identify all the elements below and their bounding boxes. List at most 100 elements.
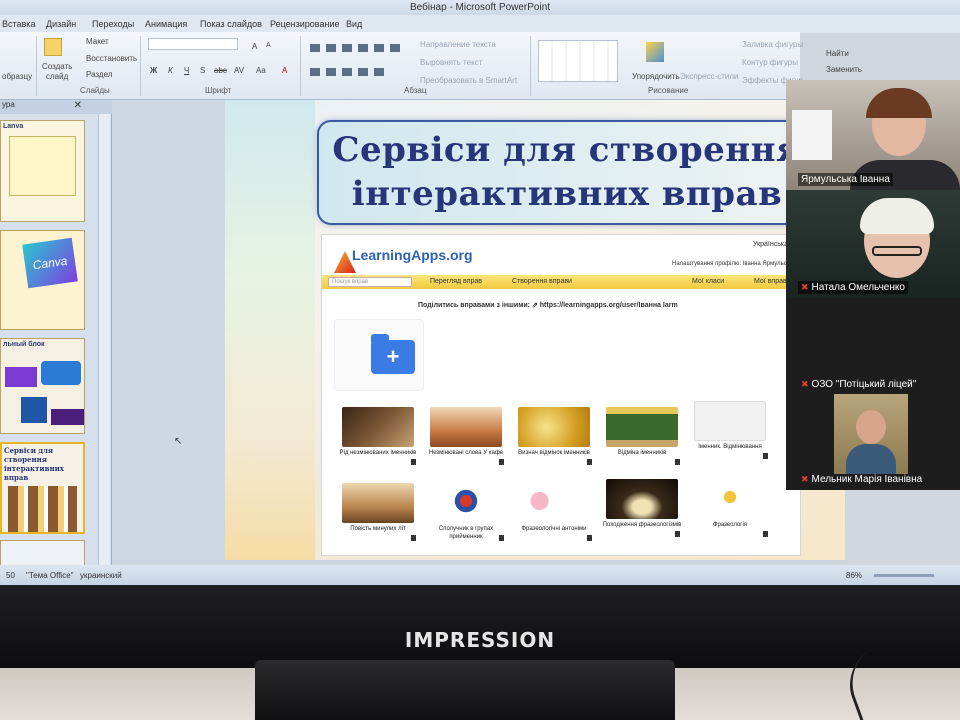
find-button[interactable]: Найти <box>826 49 849 58</box>
tab-insert[interactable]: Вставка <box>2 19 35 29</box>
replace-button[interactable]: Заменить <box>826 65 862 74</box>
tab-view[interactable]: Вид <box>346 19 362 29</box>
app-title: Сполучник в групах прийменник <box>438 526 494 540</box>
plickers-logo <box>21 397 47 423</box>
restore-button[interactable]: Восстановить <box>86 54 137 63</box>
window-title: Вебінар - Microsoft PowerPoint <box>409 2 551 13</box>
arrange-button[interactable]: Упорядочить <box>632 72 680 81</box>
bookmark-icon <box>675 531 680 537</box>
mic-off-icon: ✖ <box>801 474 809 484</box>
tab-transitions[interactable]: Переходы <box>92 19 134 29</box>
close-icon[interactable]: ✕ <box>74 100 82 111</box>
zoom-level[interactable]: 86% <box>846 571 862 580</box>
status-theme: "Тема Office" <box>26 571 74 580</box>
tab-design[interactable]: Дизайн <box>46 19 76 29</box>
pane-scrollbar[interactable] <box>98 114 110 570</box>
italic-button[interactable]: К <box>168 66 173 75</box>
mouse-cursor-icon: ↖ <box>174 436 183 447</box>
layout-button[interactable]: Макет <box>86 37 109 46</box>
shape-fill-button[interactable]: Заливка фигуры <box>742 40 803 49</box>
slide-thumbnail[interactable]: Lanva <box>0 120 85 222</box>
slide-title-line-2: інтерактивних вправ <box>351 174 783 214</box>
list-buttons[interactable] <box>310 44 400 52</box>
tab-review[interactable]: Рецензирование <box>270 19 340 29</box>
participant-hair <box>860 198 934 234</box>
search-input: Пошук вправ <box>328 277 412 287</box>
slide-canvas[interactable]: Сервіси для створення інтерактивних впра… <box>225 100 845 560</box>
bookmark-icon <box>587 459 592 465</box>
underline-button[interactable]: Ч <box>184 66 189 75</box>
participant-tile[interactable]: ✖ Натала Омельченко <box>786 190 960 298</box>
slide-thumbnail[interactable]: Canva <box>0 230 85 330</box>
monitor-screen: Вебінар - Microsoft PowerPoint Вставка Д… <box>0 0 960 590</box>
app-card: Фразеологія <box>690 479 770 543</box>
thumbnail-title: льный блок <box>3 341 45 348</box>
learningapps-screenshot: LearningApps.org Українська Налаштування… <box>321 234 801 556</box>
slide-thumbnail-selected[interactable]: Сервіси для створення інтерактивних впра… <box>0 442 85 534</box>
font-name-box[interactable] <box>148 38 238 50</box>
ribbon: образцу Создать слайд Макет Восстановить… <box>0 32 803 100</box>
participant-name: ✖ Мельник Марія Іванівна <box>801 474 923 485</box>
new-slide-icon[interactable] <box>44 38 62 56</box>
slide-thumbnail[interactable]: льный блок <box>0 338 85 434</box>
participant-tile[interactable]: ✖ Мельник Марія Іванівна <box>786 394 960 490</box>
plus-icon: + <box>386 344 400 369</box>
app-card: Незмінювані слова У кафе <box>426 407 506 471</box>
ribbon-tabs: Вставка Дизайн Переходы Анимация Показ с… <box>0 15 960 33</box>
photo: Вебінар - Microsoft PowerPoint Вставка Д… <box>0 0 960 720</box>
paste-format-button[interactable]: образцу <box>2 72 32 81</box>
section-button[interactable]: Раздел <box>86 70 112 79</box>
new-slide-label-2[interactable]: слайд <box>46 72 68 81</box>
participant-hair <box>866 88 932 118</box>
quizizz-logo <box>5 367 37 387</box>
bold-button[interactable]: Ж <box>150 66 157 75</box>
bookmark-icon <box>763 531 768 537</box>
shape-outline-button[interactable]: Контур фигуры <box>742 58 798 67</box>
thumbnail-content <box>8 486 77 532</box>
app-thumbnail <box>518 483 590 523</box>
slide-background-accent <box>225 100 315 560</box>
participant-tile[interactable]: Ярмульська Іванна <box>786 80 960 190</box>
bookmark-icon <box>675 459 680 465</box>
shapes-gallery[interactable] <box>538 40 618 82</box>
app-thumbnail <box>430 407 502 447</box>
bookmark-icon <box>763 453 768 459</box>
zoom-slider[interactable] <box>874 574 934 577</box>
slide-title[interactable]: Сервіси для створення інтерактивних впра… <box>317 128 817 216</box>
app-card: Повість минулих літ <box>338 483 418 547</box>
app-title: Фразеологія <box>712 522 748 528</box>
app-thumbnail <box>430 483 502 523</box>
slide-title-line-1: Сервіси для створення <box>332 130 802 170</box>
slide-thumbnail-pane: ура ✕ Lanva Canva льный блок Сервіси для… <box>0 100 112 570</box>
mic-off-icon: ✖ <box>801 282 809 292</box>
app-title: Іменник. Відмінювання <box>698 444 762 450</box>
arrange-icon[interactable] <box>646 42 664 62</box>
ribbon-separator <box>36 36 37 96</box>
case-button[interactable]: Aa <box>256 66 266 75</box>
participant-name: Ярмульська Іванна <box>798 173 893 186</box>
new-slide-label[interactable]: Создать <box>42 62 72 71</box>
tab-slideshow[interactable]: Показ слайдов <box>200 19 262 29</box>
status-bar: 50 "Тема Office" украинский 86% <box>0 565 960 587</box>
quick-styles-button[interactable]: Экспресс-стили <box>680 72 739 81</box>
learningapps-nav: Пошук вправ Перегляд вправ Створення впр… <box>322 275 800 289</box>
shadow-button[interactable]: S <box>200 66 205 75</box>
smartart-button[interactable]: Преобразовать в SmartArt <box>420 76 517 85</box>
bookmark-icon <box>499 459 504 465</box>
align-text-button[interactable]: Выровнять текст <box>420 58 482 67</box>
strike-button[interactable]: abc <box>214 66 227 75</box>
grow-font-button[interactable]: A <box>252 42 257 51</box>
font-color-button[interactable]: A <box>282 66 287 75</box>
text-direction-button[interactable]: Направление текста <box>420 40 496 49</box>
shrink-font-button[interactable]: A <box>266 42 271 49</box>
profile-settings: Налаштування профілю: Іванна Ярмульська <box>672 261 796 267</box>
bookmark-icon <box>499 535 504 541</box>
spacing-button[interactable]: AV <box>234 66 244 75</box>
app-card: Іменник. Відмінювання <box>690 401 770 465</box>
participant-tile[interactable]: ✖ ОЗО "Потіцький ліцей" <box>786 298 960 394</box>
tab-animation[interactable]: Анимация <box>145 19 187 29</box>
video-call-panel: Ярмульська Іванна ✖ Натала Омельченко ✖ ОЗ… <box>786 80 960 490</box>
app-thumbnail <box>518 407 590 447</box>
language-selector: Українська <box>752 241 788 248</box>
alignment-buttons[interactable] <box>310 68 390 76</box>
